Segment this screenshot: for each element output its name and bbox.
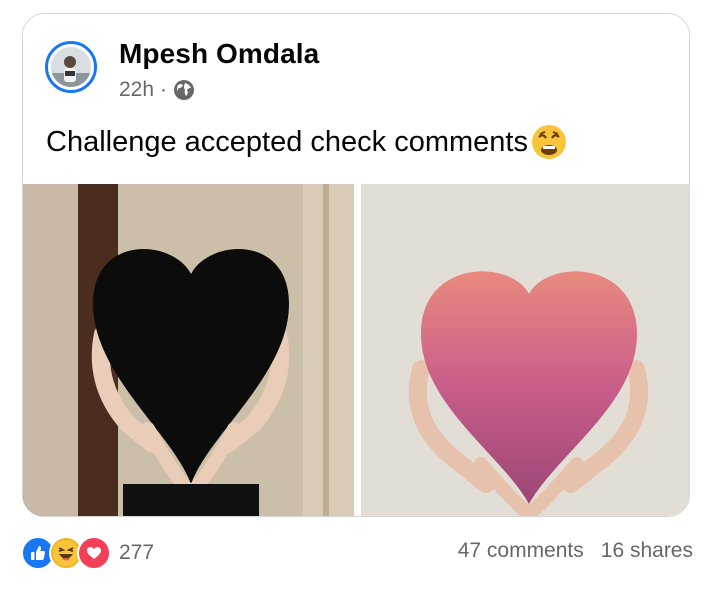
post-stats: 47 comments 16 shares xyxy=(458,539,693,563)
post-photo-right[interactable] xyxy=(361,184,689,516)
post-text: Challenge accepted check comments xyxy=(46,123,568,161)
author-avatar[interactable] xyxy=(45,41,97,93)
post-timestamp[interactable]: 22h xyxy=(119,78,154,102)
post-photo-left[interactable] xyxy=(23,184,354,516)
post-meta: 22h · xyxy=(119,78,195,102)
reaction-count: 277 xyxy=(119,541,155,564)
meta-separator: · xyxy=(160,78,168,101)
post-card: Mpesh Omdala 22h · Challenge accepted ch… xyxy=(22,13,690,517)
globe-icon[interactable] xyxy=(173,79,195,101)
post-text-content: Challenge accepted check comments xyxy=(46,125,528,158)
shares-count-link[interactable]: 16 shares xyxy=(601,539,693,563)
author-name[interactable]: Mpesh Omdala xyxy=(119,38,319,70)
avatar-image xyxy=(51,47,91,87)
love-icon xyxy=(77,536,111,570)
comments-count-link[interactable]: 47 comments xyxy=(458,539,584,563)
weary-face-emoji-icon xyxy=(530,123,568,161)
reactions-summary[interactable]: 277 xyxy=(21,536,154,570)
